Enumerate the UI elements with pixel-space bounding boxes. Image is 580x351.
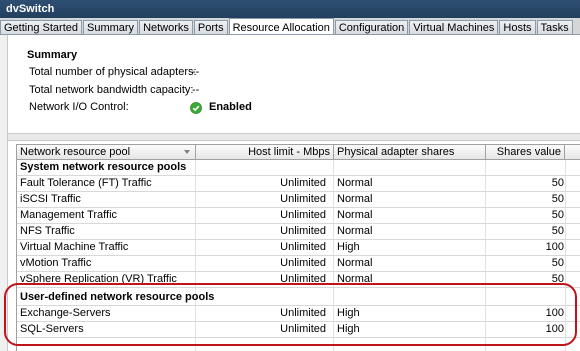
- tab-hosts[interactable]: Hosts: [499, 20, 536, 34]
- physical-adapters-label: Total number of physical adapters:: [29, 66, 197, 78]
- resource-pool-grid: Network resource pool Host limit - Mbps …: [16, 144, 580, 351]
- tab-strip: Getting Started Summary Networks Ports Resou…: [0, 18, 580, 35]
- column-header-host-limit[interactable]: Host limit - Mbps: [196, 145, 334, 160]
- tab-virtual-machines[interactable]: Virtual Machines: [409, 20, 499, 34]
- column-header-shares-value[interactable]: Shares value: [486, 145, 565, 160]
- group-row-system: System network resource pools: [17, 160, 580, 176]
- grid-header: Network resource pool Host limit - Mbps …: [17, 144, 580, 160]
- bandwidth-label: Total network bandwidth capacity:: [29, 84, 194, 96]
- column-header-pool[interactable]: Network resource pool: [17, 145, 196, 160]
- summary-title: Summary: [27, 49, 78, 61]
- table-row[interactable]: Virtual Machine Traffic Unlimited High 1…: [17, 240, 580, 256]
- table-row[interactable]: Exchange-Servers Unlimited High 100: [17, 306, 580, 322]
- table-row[interactable]: iSCSI Traffic Unlimited Normal 50: [17, 192, 580, 208]
- tab-tasks[interactable]: Tasks: [536, 20, 573, 34]
- group-row-user-defined: User-defined network resource pools: [17, 290, 580, 306]
- tab-resource-allocation[interactable]: Resource Allocation: [228, 18, 334, 34]
- left-gutter: [0, 35, 8, 351]
- physical-adapters-value: --: [192, 66, 200, 78]
- panel-splitter[interactable]: [8, 133, 580, 141]
- table-row[interactable]: Fault Tolerance (FT) Traffic Unlimited N…: [17, 176, 580, 192]
- group-label: User-defined network resource pools: [20, 291, 215, 303]
- tab-summary[interactable]: Summary: [83, 20, 139, 34]
- column-header-adapter-shares[interactable]: Physical adapter shares: [334, 145, 486, 160]
- table-row[interactable]: vMotion Traffic Unlimited Normal 50: [17, 256, 580, 272]
- tab-ports[interactable]: Ports: [193, 20, 228, 34]
- table-row[interactable]: SQL-Servers Unlimited High 100: [17, 322, 580, 338]
- sort-arrow-icon: [184, 150, 190, 154]
- tab-configuration[interactable]: Configuration: [334, 20, 409, 34]
- table-row[interactable]: NFS Traffic Unlimited Normal 50: [17, 224, 580, 240]
- tab-networks[interactable]: Networks: [139, 20, 193, 34]
- nioc-value: Enabled: [209, 101, 252, 113]
- table-row[interactable]: Management Traffic Unlimited Normal 50: [17, 208, 580, 224]
- nioc-label: Network I/O Control:: [29, 101, 129, 113]
- green-check-circle-icon: [190, 102, 202, 114]
- tab-getting-started[interactable]: Getting Started: [0, 20, 82, 34]
- table-row[interactable]: vSphere Replication (VR) Traffic Unlimit…: [17, 272, 580, 288]
- bandwidth-value: --: [192, 84, 200, 96]
- group-label: System network resource pools: [20, 161, 187, 173]
- window-title: dvSwitch: [0, 0, 580, 18]
